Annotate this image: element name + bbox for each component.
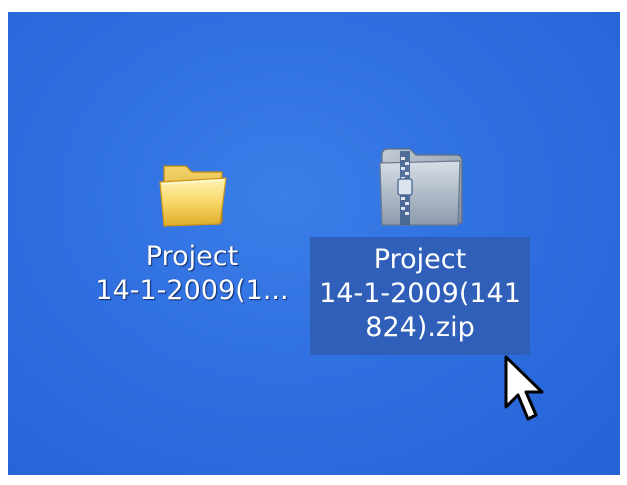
zip-label-line3: 824).zip bbox=[365, 312, 475, 343]
zip-label: Project 14-1-2009(141 824).zip bbox=[310, 237, 530, 355]
zip-folder-icon bbox=[379, 148, 463, 226]
screen: Project 14-1-2009(1... Project 14-1-2009… bbox=[0, 0, 627, 485]
desktop-icon-zip[interactable]: Project 14-1-2009(141 824).zip bbox=[304, 137, 536, 355]
zip-label-line2: 14-1-2009(141 bbox=[319, 278, 521, 309]
folder-label-line1: Project bbox=[145, 241, 239, 272]
folder-icon bbox=[159, 165, 227, 227]
arrow-pointer-icon bbox=[504, 355, 544, 421]
zip-label-line1: Project bbox=[373, 244, 467, 275]
desktop-icon-folder[interactable]: Project 14-1-2009(1... bbox=[76, 152, 308, 316]
folder-label-line2: 14-1-2009(1... bbox=[95, 275, 289, 306]
desktop-background[interactable]: Project 14-1-2009(1... Project 14-1-2009… bbox=[8, 12, 620, 475]
folder-label: Project 14-1-2009(1... bbox=[89, 236, 294, 316]
